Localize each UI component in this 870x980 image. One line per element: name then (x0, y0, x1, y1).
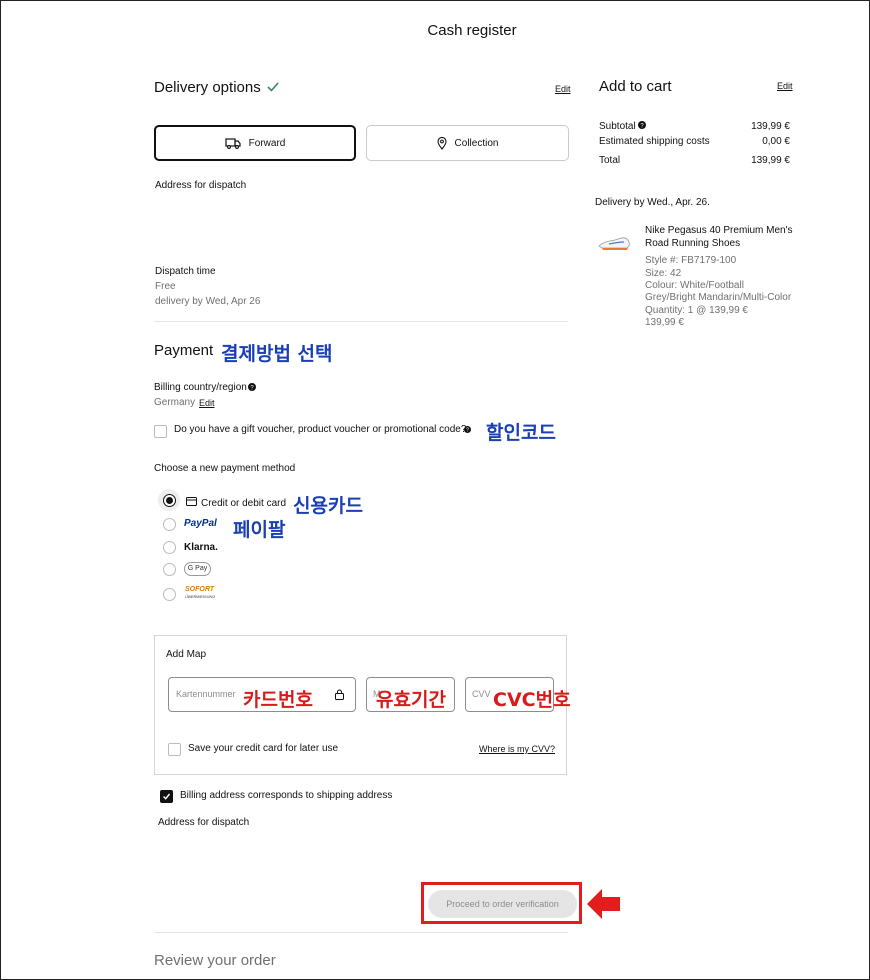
klarna-logo[interactable]: Klarna. (184, 542, 218, 553)
payment-title: Payment (154, 342, 214, 359)
card-icon (186, 497, 197, 506)
dispatch-address-label: Address for dispatch (155, 180, 247, 191)
proceed-button[interactable]: Proceed to order verification (428, 890, 577, 918)
radio-klarna[interactable] (163, 541, 176, 554)
arrow-left-icon (587, 889, 620, 919)
dispatch-date: delivery by Wed, Apr 26 (155, 296, 261, 307)
save-card-checkbox[interactable] (168, 743, 181, 756)
info-icon[interactable]: ? (638, 121, 647, 130)
cart-edit-link[interactable]: Edit (777, 81, 793, 91)
google-pay-logo[interactable]: G Pay (184, 562, 211, 576)
total-row: Total 139,99 € (599, 155, 790, 166)
annotation-payment-method: 결제방법 선택 (221, 343, 333, 365)
billing-same-label: Billing address corresponds to shipping … (180, 790, 393, 801)
annotation-paypal: 페이팔 (233, 519, 286, 541)
product-style: Style #: FB7179-100 (645, 255, 737, 266)
product-image (598, 237, 630, 250)
tab-collection[interactable]: Collection (366, 125, 569, 161)
product-size: Size: 42 (645, 268, 682, 279)
delivery-by-label: Delivery by Wed., Apr. 26. (595, 197, 710, 208)
subtotal-label: Subtotal (599, 121, 636, 132)
billing-country-value: Germany (154, 397, 196, 408)
delivery-edit-link[interactable]: Edit (555, 84, 571, 94)
delivery-options-title: Delivery options (154, 79, 261, 96)
tab-forward[interactable]: Forward (154, 125, 356, 161)
annotation-cvc: CVC번호 (493, 689, 571, 711)
tab-collection-label: Collection (454, 137, 499, 149)
page-title: Cash register (427, 22, 517, 39)
cart-title: Add to cart (599, 78, 672, 95)
tab-forward-label: Forward (248, 137, 286, 149)
section-divider (154, 932, 568, 933)
cvv-help-link[interactable]: Where is my CVV? (479, 744, 555, 754)
product-colour: Colour: White/Football Grey/Bright Manda… (645, 280, 792, 303)
annotation-discount-code: 할인코드 (486, 422, 556, 444)
product-price: 139,99 € (645, 317, 684, 328)
credit-card-label[interactable]: Credit or debit card (201, 498, 286, 509)
promo-code-label: Do you have a gift voucher, product vouc… (174, 424, 467, 435)
paypal-logo[interactable]: PayPal (184, 518, 217, 529)
check-icon (267, 82, 279, 92)
billing-country-label: Billing country/region (154, 382, 247, 393)
card-number-placeholder: Kartennummer (176, 689, 236, 699)
choose-payment-label: Choose a new payment method (154, 463, 296, 474)
annotation-card-number: 카드번호 (243, 689, 313, 711)
subtotal-row: Subtotal ? 139,99 € (599, 121, 790, 132)
card-form-title: Add Map (166, 649, 207, 660)
annotation-expiry: 유효기간 (376, 689, 446, 711)
dispatch-time-label: Dispatch time (155, 266, 216, 277)
total-value: 139,99 € (751, 155, 790, 166)
sofort-logo-sub: ÜBERWEISUNG (185, 594, 216, 599)
annotation-credit-card: 신용카드 (293, 495, 363, 517)
subtotal-label-wrap: Subtotal ? (599, 121, 647, 132)
info-icon[interactable]: ? (464, 426, 471, 433)
review-order-title: Review your order (154, 952, 276, 969)
product-name[interactable]: Nike Pegasus 40 Premium Men's Road Runni… (645, 224, 795, 250)
sofort-logo[interactable]: SOFORT ÜBERWEISUNG (185, 586, 215, 600)
dispatch-cost: Free (155, 281, 176, 292)
checkmark-icon (163, 793, 171, 800)
section-divider (154, 321, 568, 322)
shipping-label: Estimated shipping costs (599, 136, 710, 147)
shipping-row: Estimated shipping costs 0,00 € (599, 136, 790, 147)
billing-same-checkbox[interactable] (160, 790, 173, 803)
radio-google-pay[interactable] (163, 563, 176, 576)
truck-icon (225, 137, 241, 149)
subtotal-value: 139,99 € (751, 121, 790, 132)
billing-edit-link[interactable]: Edit (199, 398, 215, 408)
promo-code-checkbox[interactable] (154, 425, 167, 438)
save-card-label: Save your credit card for later use (188, 743, 339, 754)
payment-address-label: Address for dispatch (158, 817, 250, 828)
sofort-logo-text: SOFORT (185, 586, 215, 593)
cvv-placeholder: CVV (472, 689, 491, 699)
shipping-value: 0,00 € (762, 136, 790, 147)
location-pin-icon (436, 136, 447, 150)
product-quantity: Quantity: 1 @ 139,99 € (645, 305, 748, 316)
radio-paypal[interactable] (163, 518, 176, 531)
radio-sofort[interactable] (163, 588, 176, 601)
info-icon[interactable]: ? (248, 383, 256, 391)
svg-text:?: ? (466, 428, 469, 433)
lock-icon (335, 689, 344, 700)
radio-credit-card[interactable] (163, 494, 176, 507)
total-label: Total (599, 155, 621, 166)
